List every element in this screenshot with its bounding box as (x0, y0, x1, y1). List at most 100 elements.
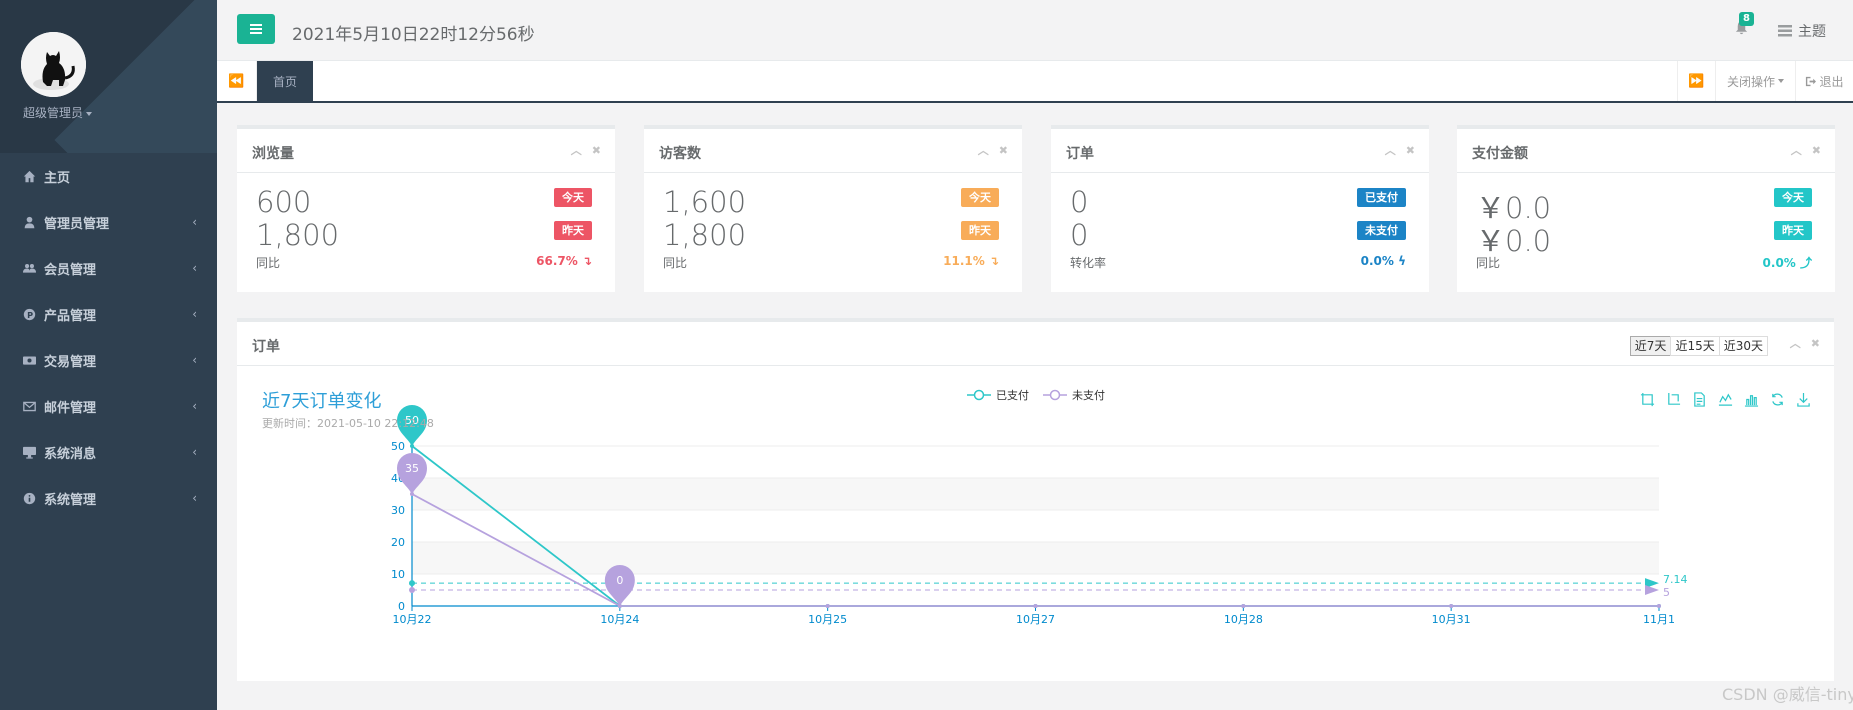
average-line-start (409, 580, 415, 587)
sidebar-item-label: 管理员管理 (44, 216, 110, 232)
backward-icon: ⏪ (228, 73, 245, 89)
legend-item-unpaid[interactable]: 未支付 (1043, 387, 1105, 403)
tab-home[interactable]: 首页 (257, 61, 313, 101)
data-point (1449, 604, 1454, 608)
money-icon (22, 353, 36, 367)
desktop-icon (22, 445, 36, 459)
data-view-icon[interactable] (1690, 390, 1708, 408)
logout-button[interactable]: 退出 (1795, 61, 1853, 101)
sidebar-item-messages[interactable]: 系统消息 ‹ (0, 429, 217, 475)
x-tick-label: 11月1 (1643, 613, 1675, 626)
tabs-bar: ⏪ 首页 ⏩ 关闭操作 退出 (217, 61, 1853, 103)
x-tick-label: 10月27 (1016, 613, 1055, 626)
grid-band (412, 542, 1659, 574)
card-title: 订单 (1066, 146, 1094, 162)
y-tick-label: 50 (391, 440, 405, 453)
average-line-start (409, 587, 415, 593)
tab-scroll-right-button[interactable]: ⏩ (1677, 61, 1715, 101)
collapse-icon[interactable]: ︿ (1385, 145, 1396, 157)
chevron-left-icon: ‹ (192, 215, 197, 229)
refresh-icon[interactable] (1768, 390, 1786, 408)
badge-yesterday: 昨天 (1774, 221, 1812, 240)
zoom-reset-icon[interactable] (1664, 390, 1682, 408)
profile-name[interactable]: 超级管理员 (23, 104, 93, 121)
stat-footer-label: 同比 (1476, 256, 1501, 270)
close-icon[interactable]: ✖ (1406, 145, 1415, 157)
theme-button[interactable]: 主题 (1778, 21, 1826, 41)
legend-label: 未支付 (1072, 389, 1105, 402)
chevron-left-icon: ‹ (192, 353, 197, 367)
info-icon (22, 491, 36, 505)
user-icon (22, 215, 36, 229)
close-operations-label: 关闭操作 (1726, 74, 1775, 89)
sidebar-item-label: 主页 (44, 170, 71, 186)
legend-marker-icon (1043, 389, 1067, 401)
notification-count-badge: 8 (1739, 12, 1754, 26)
stat-value-yesterday: 1,800 (663, 218, 747, 252)
svg-text:P: P (27, 309, 33, 319)
chevron-left-icon: ‹ (192, 399, 197, 413)
average-label: 5 (1663, 586, 1670, 599)
collapse-icon[interactable]: ︿ (1791, 145, 1802, 157)
badge-unpaid: 未支付 (1357, 221, 1406, 240)
stat-card-visitors: 访客数 ︿ ✖ 1,600 1,800 同比 今天 昨天 11.1% ↴ (644, 125, 1022, 292)
stat-footer-label: 同比 (663, 256, 688, 270)
average-line-arrow (1645, 585, 1659, 595)
sidebar-item-members[interactable]: 会员管理 ‹ (0, 245, 217, 291)
tasks-icon (1778, 25, 1792, 37)
sidebar-item-label: 会员管理 (44, 262, 97, 278)
orders-line-chart: 0102030405010月22 10月24 10月25 10月27 10月28 10月3… (391, 405, 1688, 626)
close-icon[interactable]: ✖ (1812, 145, 1821, 157)
bar-chart-icon[interactable] (1742, 390, 1760, 408)
series-line (411, 445, 1659, 607)
sidebar-item-home[interactable]: 主页 (0, 153, 217, 199)
orders-chart-panel: 订单 近7天 近15天 近30天 ︿ ✖ 0 10 20 30 40 50 10月22 10月2… (237, 318, 1834, 681)
y-tick-label: 30 (391, 504, 405, 517)
stat-value-today: 600 (256, 185, 312, 219)
sidebar-item-products[interactable]: P 产品管理 ‹ (0, 291, 217, 337)
sidebar-item-system[interactable]: 系统管理 ‹ (0, 475, 217, 521)
close-operations-dropdown[interactable]: 关闭操作 (1715, 61, 1795, 101)
stat-footer-label: 转化率 (1070, 256, 1107, 270)
current-datetime: 2021年5月10日22时12分56秒 (292, 25, 535, 45)
product-icon: P (22, 307, 36, 321)
sidebar: 超级管理员 主页 管理员管理 ‹ 会员管理 ‹ P 产品管理 ‹ 交易管理 ‹ (0, 0, 217, 710)
chevron-left-icon: ‹ (192, 445, 197, 459)
sidebar-item-mail[interactable]: 邮件管理 ‹ (0, 383, 217, 429)
stat-percentage: 66.7% ↴ (536, 254, 592, 268)
stat-value-yesterday: 1,800 (256, 218, 340, 252)
card-title: 浏览量 (252, 146, 294, 162)
sidebar-nav: 主页 管理员管理 ‹ 会员管理 ‹ P 产品管理 ‹ 交易管理 ‹ 邮件管理 ‹ (0, 153, 217, 521)
chevron-left-icon: ‹ (192, 261, 197, 275)
y-tick-label: 20 (391, 536, 405, 549)
collapse-icon[interactable]: ︿ (571, 145, 582, 157)
sidebar-item-label: 产品管理 (44, 308, 97, 324)
x-tick-label: 10月28 (1224, 613, 1263, 626)
legend-marker-icon (967, 389, 991, 401)
data-point (1657, 604, 1661, 608)
tab-scroll-left-button[interactable]: ⏪ (217, 61, 257, 101)
data-point (1033, 604, 1038, 608)
sidebar-item-admin[interactable]: 管理员管理 ‹ (0, 199, 217, 245)
sign-out-icon (1806, 76, 1817, 86)
profile-area: 超级管理员 (0, 0, 217, 153)
zoom-icon[interactable] (1638, 390, 1656, 408)
line-chart-icon[interactable] (1716, 390, 1734, 408)
close-icon[interactable]: ✖ (999, 145, 1008, 157)
badge-today: 今天 (1774, 188, 1812, 207)
stat-card-payment-amount: 支付金额 ︿ ✖ ￥0.0 ￥0.0 同比 今天 昨天 0.0% ⤴ (1457, 125, 1835, 292)
avatar[interactable] (21, 32, 86, 97)
card-title: 支付金额 (1472, 146, 1528, 162)
chevron-left-icon: ‹ (192, 491, 197, 505)
collapse-icon[interactable]: ︿ (978, 145, 989, 157)
legend-item-paid[interactable]: 已支付 (967, 387, 1029, 403)
menu-toggle-button[interactable] (237, 14, 275, 44)
sidebar-item-transactions[interactable]: 交易管理 ‹ (0, 337, 217, 383)
stat-percentage: 11.1% ↴ (943, 254, 999, 268)
close-icon[interactable]: ✖ (592, 145, 601, 157)
caret-down-icon (86, 111, 93, 116)
x-tick-label: 10月22 (393, 613, 432, 626)
download-icon[interactable] (1794, 390, 1812, 408)
stat-percentage: 0.0% ⤴ (1762, 256, 1812, 270)
x-tick-label: 10月31 (1432, 613, 1471, 626)
